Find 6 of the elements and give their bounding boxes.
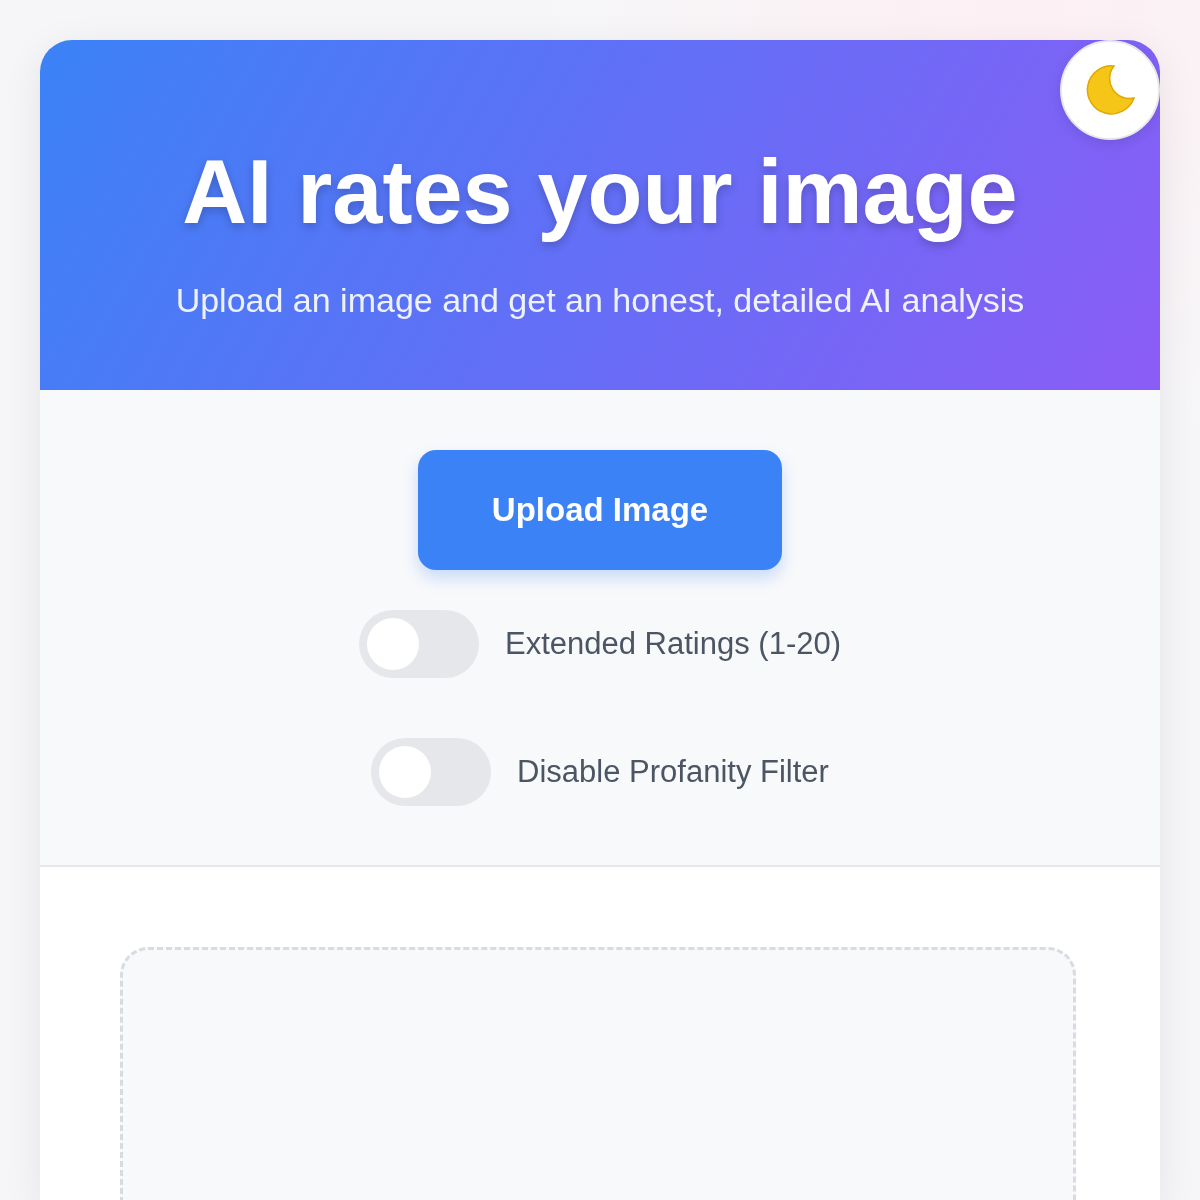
upload-image-button[interactable]: Upload Image: [418, 450, 782, 570]
page-title: AI rates your image: [181, 141, 1019, 244]
toggle-label: Extended Ratings (1-20): [505, 624, 841, 663]
subtitle: Upload an image and get an honest, detailed AI analysis: [175, 279, 1025, 321]
toggle-label: Disable Profanity Filter: [517, 752, 829, 791]
moon-icon: [1084, 64, 1136, 116]
